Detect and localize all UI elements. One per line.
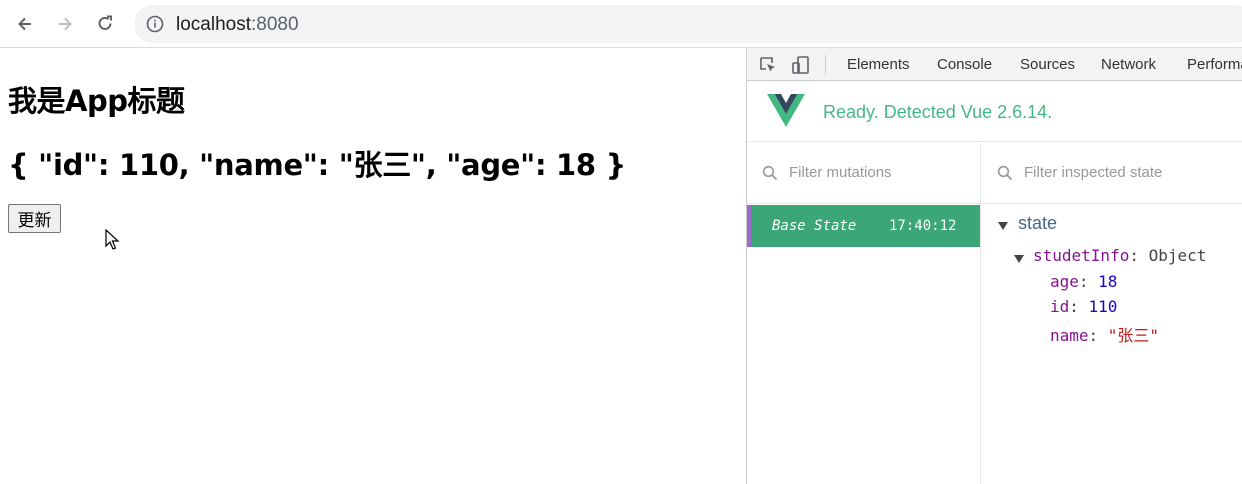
- mouse-cursor-icon: [105, 229, 120, 250]
- collapse-arrow-icon[interactable]: [998, 222, 1008, 230]
- reload-button[interactable]: [90, 9, 120, 39]
- tab-network[interactable]: Network: [1101, 56, 1156, 73]
- url-port: :8080: [251, 14, 299, 35]
- search-icon: [997, 165, 1013, 181]
- inspect-element-icon[interactable]: [758, 55, 778, 75]
- object-key: studetInfo: [1033, 246, 1130, 265]
- back-arrow-icon: [18, 17, 31, 31]
- vue-logo-icon: [767, 94, 805, 127]
- app-title: 我是App标题: [8, 84, 185, 118]
- mutations-panel: Filter mutations Base State 17:40:12: [747, 143, 981, 484]
- state-field-row: name: "张三": [1050, 326, 1160, 345]
- base-state-row[interactable]: Base State 17:40:12: [747, 205, 980, 247]
- tab-console[interactable]: Console: [937, 56, 992, 73]
- info-icon[interactable]: [146, 15, 164, 33]
- url-text[interactable]: localhost:8080: [176, 14, 299, 36]
- state-object-row[interactable]: studetInfo: Object: [1033, 246, 1206, 265]
- state-field-row: age: 18: [1050, 272, 1118, 291]
- browser-toolbar: localhost:8080: [0, 0, 1242, 48]
- forward-button[interactable]: [50, 9, 80, 39]
- filter-inspected-state[interactable]: Filter inspected state: [982, 143, 1242, 204]
- field-value: 18: [1098, 272, 1118, 291]
- url-host: localhost: [176, 14, 251, 35]
- base-state-label: Base State: [772, 218, 857, 234]
- filter-mutations[interactable]: Filter mutations: [747, 143, 980, 204]
- field-key: id: [1050, 297, 1070, 316]
- devtools-panel: Elements Console Sources Network Perform…: [746, 48, 1242, 484]
- tab-performance[interactable]: Performa: [1187, 56, 1242, 73]
- state-root-key: state: [1018, 213, 1058, 233]
- base-state-time: 17:40:12: [889, 218, 957, 234]
- back-button[interactable]: [10, 9, 40, 39]
- device-toolbar-icon[interactable]: [791, 55, 811, 75]
- toolbar-divider: [825, 55, 826, 75]
- collapse-arrow-icon[interactable]: [1014, 255, 1024, 263]
- student-info-json: { "id": 110, "name": "张三", "age": 18 }: [8, 148, 626, 182]
- filter-mutations-placeholder: Filter mutations: [789, 164, 892, 181]
- vue-status-text: Ready. Detected Vue 2.6.14.: [823, 102, 1053, 122]
- state-inspector-panel: Filter inspected state state studetInfo:…: [982, 143, 1242, 484]
- update-button[interactable]: 更新: [8, 204, 61, 233]
- field-key: age: [1050, 272, 1079, 291]
- tab-sources[interactable]: Sources: [1020, 56, 1075, 73]
- field-value: 110: [1088, 297, 1118, 316]
- reload-icon: [98, 15, 112, 30]
- devtools-tab-bar: Elements Console Sources Network Perform…: [747, 48, 1242, 81]
- field-key: name: [1050, 326, 1089, 345]
- vue-devtools-header: Ready. Detected Vue 2.6.14.: [747, 82, 1242, 142]
- tab-elements[interactable]: Elements: [847, 56, 910, 73]
- page-viewport: 我是App标题 { "id": 110, "name": "张三", "age"…: [0, 48, 746, 484]
- address-bar[interactable]: localhost:8080: [134, 5, 1242, 43]
- field-value: "张三": [1107, 326, 1160, 345]
- filter-state-placeholder: Filter inspected state: [1024, 164, 1163, 181]
- object-type: Object: [1148, 246, 1207, 265]
- forward-arrow-icon: [59, 17, 72, 31]
- search-icon: [762, 165, 778, 181]
- state-field-row: id: 110: [1050, 297, 1118, 316]
